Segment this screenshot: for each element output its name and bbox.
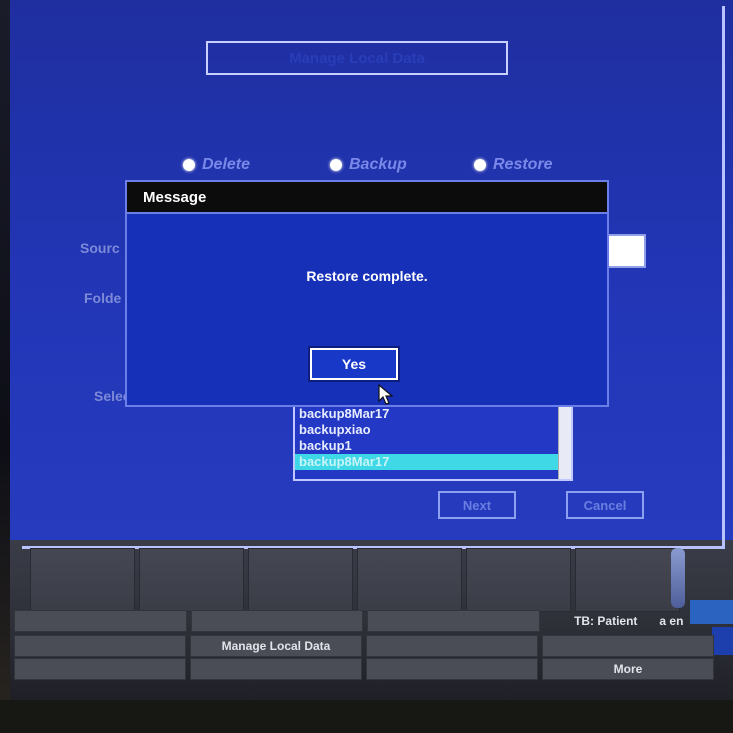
list-item[interactable]: backup8Mar17 (295, 406, 571, 422)
radio-dot-icon (474, 159, 486, 171)
softkey[interactable] (542, 635, 714, 657)
more-softkey[interactable]: More (542, 658, 714, 680)
list-item-selected[interactable]: backup8Mar17 (295, 454, 571, 470)
mouse-pointer-icon (378, 384, 394, 405)
message-dialog: Message Restore complete. Yes (125, 180, 609, 407)
softkey[interactable] (366, 658, 538, 680)
tb-suffix-label: a en (659, 614, 684, 628)
tb-patient-label: TB: Patient (574, 614, 638, 628)
manage-local-data-softkey[interactable]: Manage Local Data (190, 635, 362, 657)
cancel-button[interactable]: Cancel (566, 491, 644, 519)
dialog-title: Message (127, 182, 607, 214)
dialog-message: Restore complete. (306, 268, 428, 284)
radio-label-backup: Backup (349, 156, 407, 173)
radio-delete[interactable]: Delete (183, 154, 250, 176)
backup-list[interactable]: backup8Mar17 backupxiao backup1 backup8M… (293, 404, 573, 481)
thumbnail-tile[interactable] (248, 548, 353, 612)
yes-button[interactable]: Yes (310, 348, 398, 380)
softkey[interactable] (14, 635, 186, 657)
thumbnail-tile[interactable] (30, 548, 135, 612)
thumbnail-tile[interactable] (466, 548, 571, 612)
radio-backup[interactable]: Backup (330, 154, 407, 176)
next-button[interactable]: Next (438, 491, 516, 519)
thumbnail-scrollbar[interactable] (671, 548, 685, 608)
radio-restore[interactable]: Restore (474, 154, 553, 176)
softkey[interactable] (190, 658, 362, 680)
thumbnail-strip (30, 548, 680, 612)
side-panel-tab[interactable] (712, 627, 733, 655)
softkey[interactable] (366, 635, 538, 657)
softkey[interactable] (367, 610, 540, 632)
radio-dot-icon (330, 159, 342, 171)
softkey-row-1: TB: Patient a en (14, 610, 714, 632)
list-scrollbar[interactable] (558, 406, 571, 479)
softkey[interactable] (14, 658, 186, 680)
radio-label-restore: Restore (493, 156, 553, 173)
thumbnail-tile[interactable] (575, 548, 680, 612)
thumbnail-tile[interactable] (139, 548, 244, 612)
radio-dot-icon (183, 159, 195, 171)
softkey-row-2: Manage Local Data (14, 635, 714, 657)
console-desk (0, 700, 733, 733)
source-label: Sourc (80, 240, 120, 256)
softkey[interactable] (14, 610, 187, 632)
softkey-tb-patient[interactable]: TB: Patient a en (544, 610, 715, 632)
folder-label: Folde (84, 290, 122, 306)
page-title: Manage Local Data (206, 41, 508, 75)
softkey[interactable] (190, 610, 363, 632)
thumbnail-tile[interactable] (357, 548, 462, 612)
list-item[interactable]: backup1 (295, 438, 571, 454)
list-item[interactable]: backupxiao (295, 422, 571, 438)
radio-label-delete: Delete (202, 156, 251, 173)
softkey-row-3: More (14, 658, 714, 680)
